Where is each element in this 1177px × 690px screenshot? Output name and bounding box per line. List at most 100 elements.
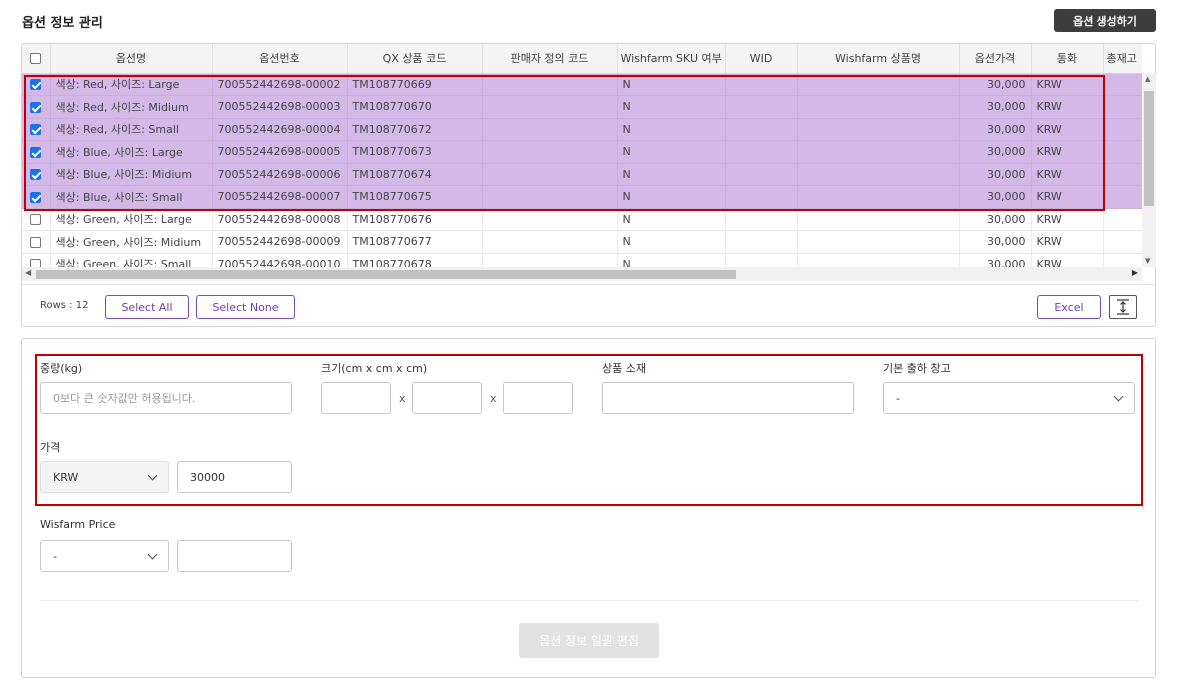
table-row[interactable]: 색상: Red, 사이즈: Small 700552442698-00004 TM1… [22,118,1142,141]
cell-currency: KRW [1031,73,1104,96]
weight-input[interactable]: 0보다 큰 숫자값만 허용됩니다. [40,382,292,414]
size-length-input[interactable] [321,382,391,414]
cell-wf-name [797,73,960,96]
chevron-down-icon [147,549,158,559]
column-header[interactable]: 옵션명 [50,44,213,74]
row-checkbox[interactable] [30,259,42,267]
table-body: 색상: Red, 사이즈: Large 700552442698-00002 TM1… [22,73,1142,267]
select-all-button[interactable]: Select All [105,295,189,319]
row-checkbox[interactable] [30,236,42,248]
material-label: 상품 소재 [602,362,646,375]
cell-stock [1103,73,1142,96]
cell-wf-name [797,208,960,231]
column-header[interactable]: 판매자 정의 코드 [482,44,618,74]
row-checkbox[interactable] [30,101,42,113]
table-row[interactable]: 색상: Blue, 사이즈: Large 700552442698-00005 TM… [22,140,1142,164]
cell-stock [1103,253,1142,267]
row-checkbox[interactable] [30,214,42,226]
select-none-button[interactable]: Select None [196,295,295,319]
row-checkbox[interactable] [30,124,42,136]
column-header[interactable]: Wishfarm 상품명 [797,44,960,74]
column-header[interactable]: 통화 [1031,44,1104,74]
cell-name: 색상: Red, 사이즈: Midium [50,95,213,119]
cell-option-no: 700552442698-00009 [212,230,348,254]
price-currency-select[interactable]: KRW [40,461,169,493]
column-header[interactable]: 옵션가격 [959,44,1032,74]
row-checkbox-cell[interactable] [22,208,51,231]
size-label: 크기(cm x cm x cm) [321,362,428,375]
resize-grid-button[interactable] [1109,295,1137,319]
cell-seller-code [482,208,618,231]
cell-option-no: 700552442698-00004 [212,118,348,141]
row-checkbox-cell[interactable] [22,230,51,254]
cell-qx-code: TM108770678 [347,253,483,267]
price-input[interactable]: 30000 [177,461,292,493]
cell-name: 색상: Blue, 사이즈: Small [50,185,213,209]
wisfarm-currency-select[interactable]: - [40,540,169,572]
table-header-row: 옵션명 옵션번호 QX 상품 코드 판매자 정의 코드 Wishfarm SKU… [22,44,1142,74]
cell-stock [1103,185,1142,209]
cell-qx-code: TM108770675 [347,185,483,209]
cell-wf-name [797,230,960,254]
row-checkbox[interactable] [30,146,42,158]
row-checkbox-cell[interactable] [22,73,51,96]
row-checkbox-cell[interactable] [22,140,51,164]
cell-qx-code: TM108770674 [347,163,483,186]
cell-sku: N [617,140,726,164]
row-checkbox-cell[interactable] [22,118,51,141]
row-checkbox[interactable] [30,191,42,203]
wisfarm-price-input[interactable] [177,540,292,572]
column-header[interactable]: WID [725,44,798,74]
table-row[interactable]: 색상: Green, 사이즈: Midium 700552442698-00009… [22,230,1142,254]
scroll-left-icon[interactable]: ◀ [25,268,31,277]
table-row[interactable]: 색상: Red, 사이즈: Midium 700552442698-00003 TM… [22,95,1142,119]
row-checkbox-cell[interactable] [22,253,51,267]
vertical-scroll-thumb[interactable] [1144,91,1154,206]
row-checkbox-cell[interactable] [22,163,51,186]
vertical-scrollbar[interactable]: ▲ ▼ [1142,73,1156,267]
option-grid: 옵션명 옵션번호 QX 상품 코드 판매자 정의 코드 Wishfarm SKU… [22,44,1142,267]
row-checkbox-cell[interactable] [22,95,51,119]
cell-currency: KRW [1031,163,1104,186]
horizontal-scrollbar[interactable]: ◀ ▶ [22,267,1142,281]
cell-name: 색상: Blue, 사이즈: Large [50,140,213,164]
table-row[interactable]: 색상: Green, 사이즈: Large 700552442698-00008 T… [22,208,1142,231]
rows-count: Rows : 12 [40,300,89,311]
cell-stock [1103,140,1142,164]
column-header[interactable]: QX 상품 코드 [347,44,483,74]
size-width-input[interactable] [412,382,482,414]
cell-option-no: 700552442698-00003 [212,95,348,119]
material-input[interactable] [602,382,854,414]
row-checkbox[interactable] [30,79,42,91]
column-header[interactable]: Wishfarm SKU 여부 [617,44,726,74]
warehouse-value: - [896,391,900,405]
column-header[interactable]: 옵션번호 [212,44,348,74]
scroll-right-icon[interactable]: ▶ [1132,268,1138,277]
cell-wf-name [797,140,960,164]
select-all-checkbox-cell[interactable] [22,44,51,74]
cell-wf-name [797,253,960,267]
option-grid-panel: 옵션명 옵션번호 QX 상품 코드 판매자 정의 코드 Wishfarm SKU… [21,43,1156,327]
cell-price: 30,000 [959,73,1032,96]
row-checkbox-cell[interactable] [22,185,51,209]
column-header[interactable]: 총재고 [1103,44,1142,74]
create-option-button[interactable]: 옵션 생성하기 [1054,9,1156,32]
cell-wid [725,253,798,267]
table-row[interactable]: 색상: Green, 사이즈: Small 700552442698-00010 T… [22,253,1142,267]
cell-sku: N [617,73,726,96]
header-checkbox[interactable] [30,53,42,65]
excel-button[interactable]: Excel [1037,295,1101,319]
scroll-down-icon[interactable]: ▼ [1145,257,1150,265]
table-row[interactable]: 색상: Red, 사이즈: Large 700552442698-00002 TM1… [22,73,1142,96]
size-height-input[interactable] [503,382,573,414]
scroll-up-icon[interactable]: ▲ [1145,75,1150,83]
table-row[interactable]: 색상: Blue, 사이즈: Midium 700552442698-00006 T… [22,163,1142,186]
horizontal-scroll-thumb[interactable] [36,270,736,279]
table-row[interactable]: 색상: Blue, 사이즈: Small 700552442698-00007 TM… [22,185,1142,209]
bulk-edit-button[interactable]: 옵션 정보 일괄 편집 [519,623,659,658]
cell-seller-code [482,163,618,186]
cell-wf-name [797,95,960,119]
warehouse-select[interactable]: - [883,382,1135,414]
row-checkbox[interactable] [30,169,42,181]
cell-qx-code: TM108770673 [347,140,483,164]
